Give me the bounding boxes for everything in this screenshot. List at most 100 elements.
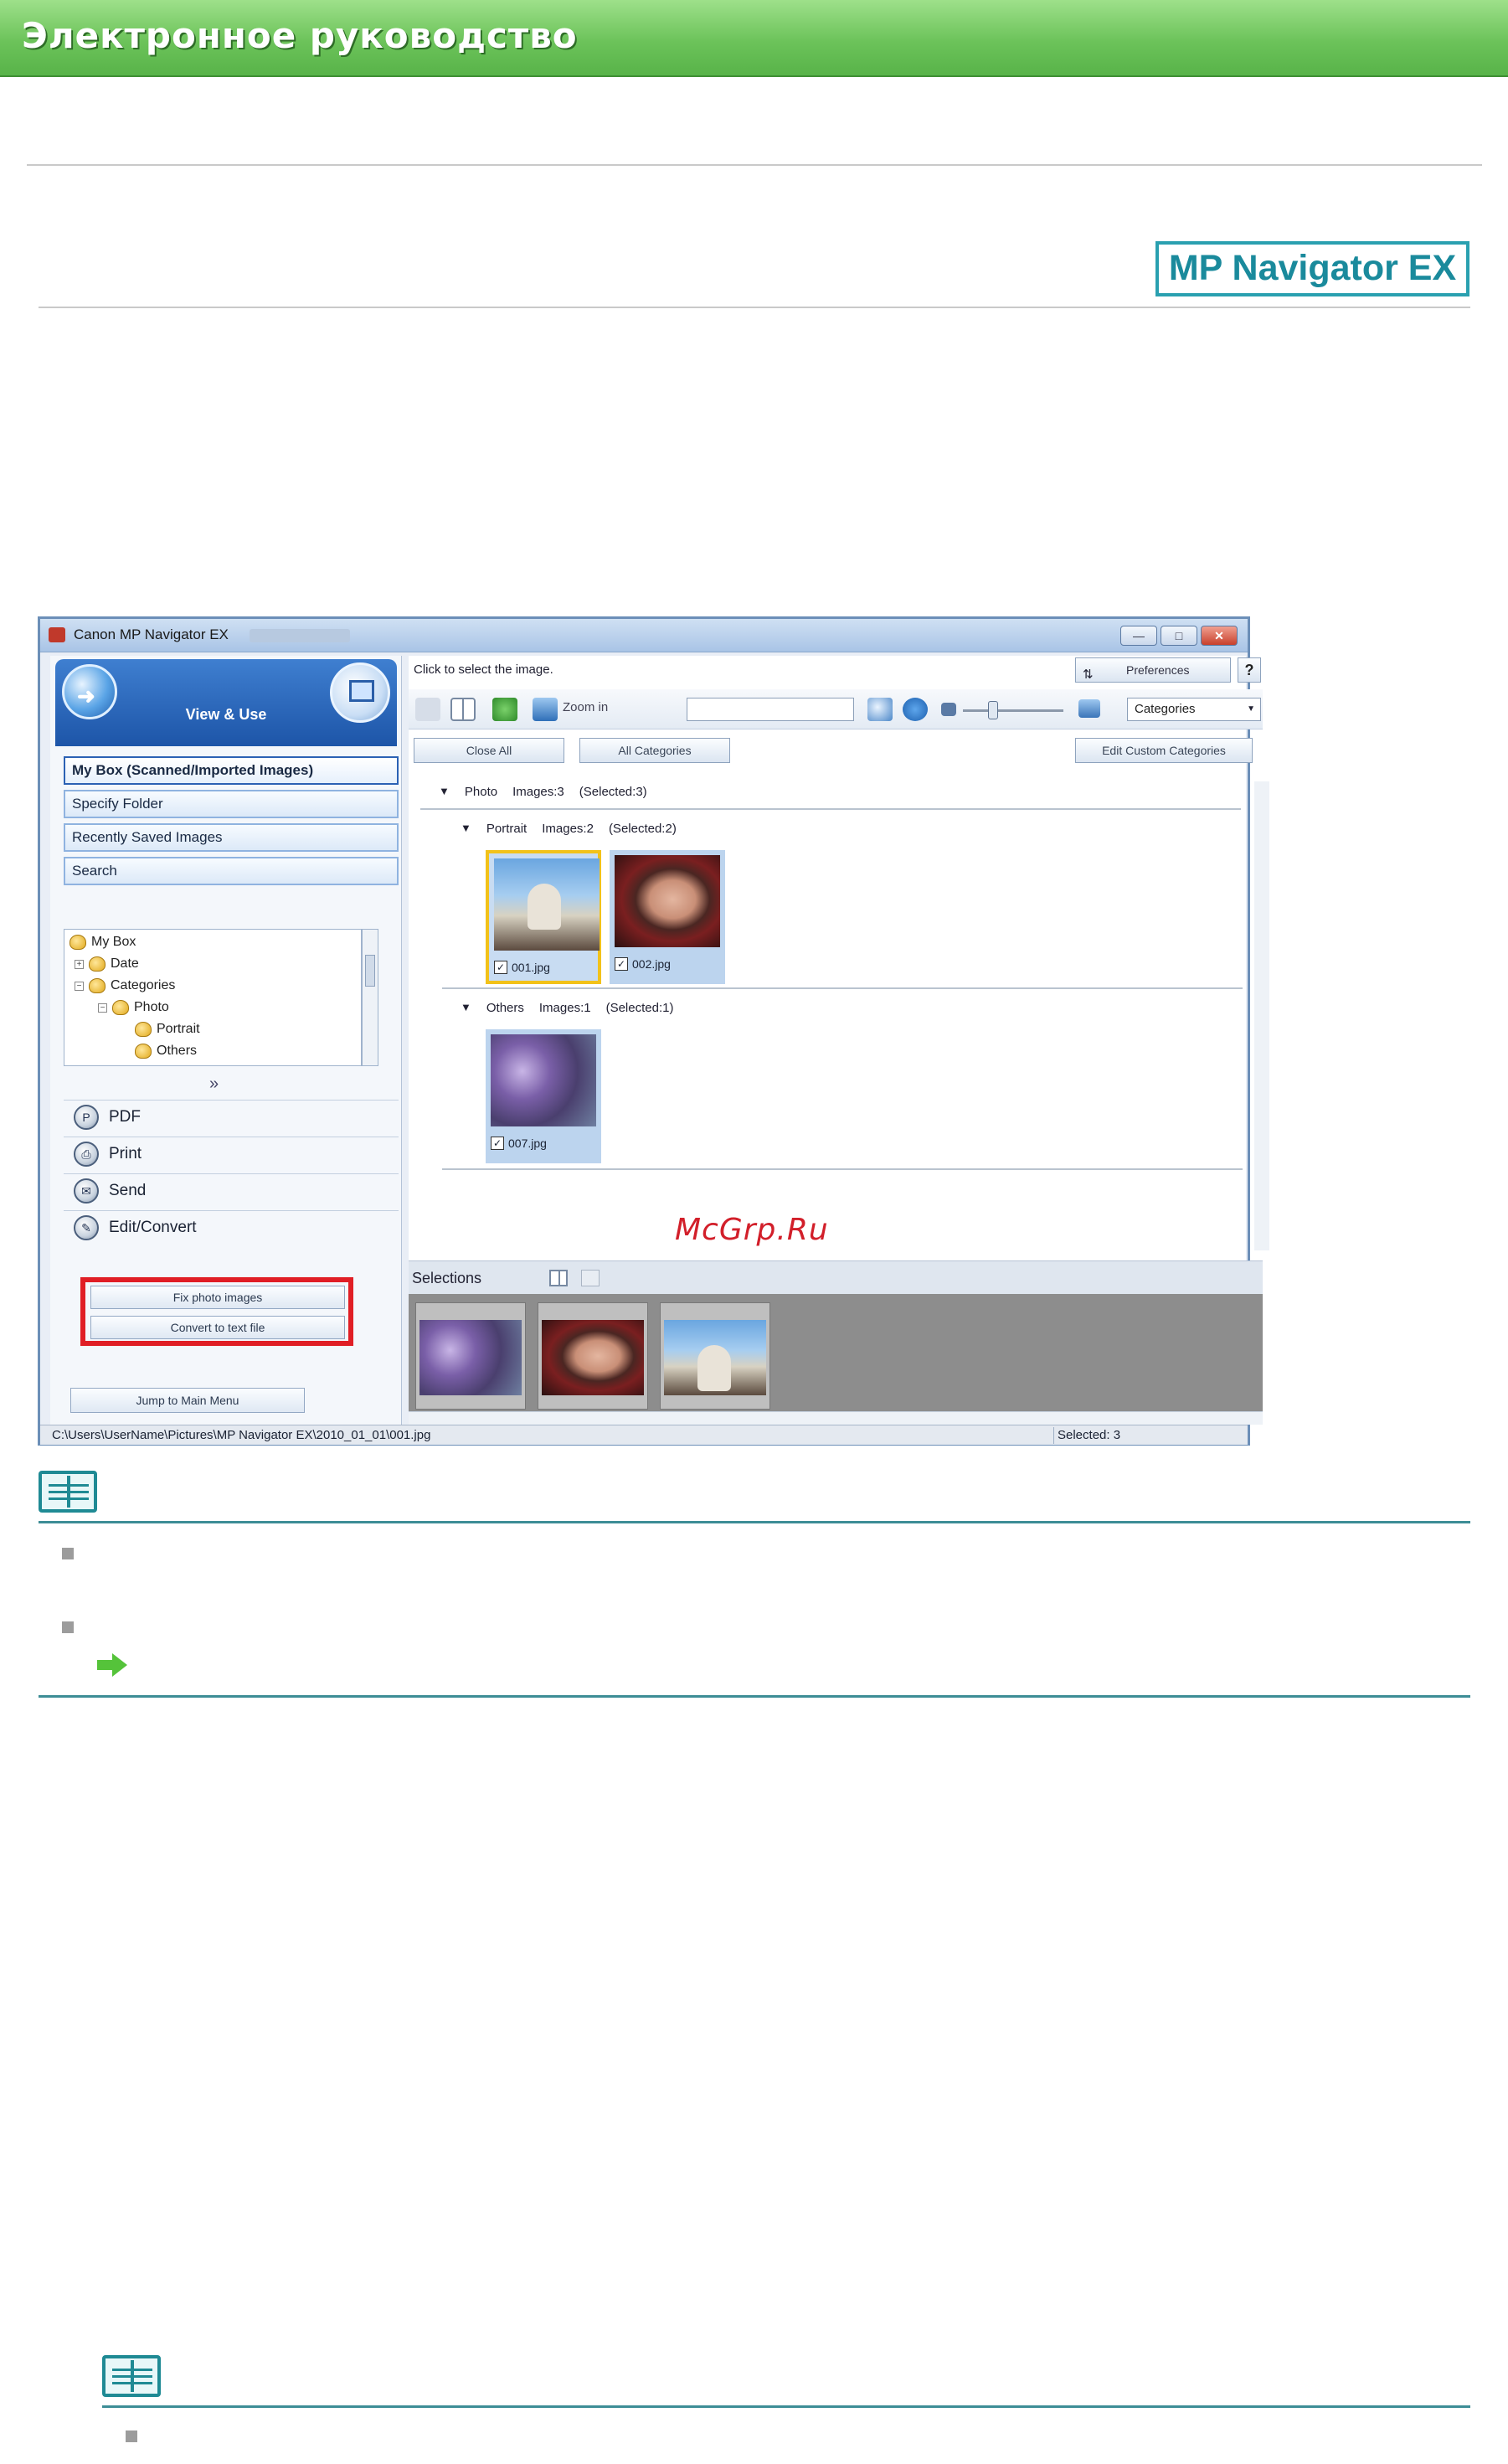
logo-text: MP Navigator EX [1168, 248, 1457, 288]
edit-custom-categories-button[interactable]: Edit Custom Categories [1075, 738, 1253, 763]
folder-icon [89, 978, 106, 993]
search-input[interactable] [687, 698, 854, 721]
thumbnail-checkbox[interactable]: ✓ [491, 1137, 504, 1150]
left-pane: ➜ View & Use My Box (Scanned/Imported Im… [50, 656, 402, 1425]
grid-view-icon[interactable] [450, 698, 476, 721]
photo-image [542, 1320, 644, 1395]
tree-item-others[interactable]: Others [135, 1044, 197, 1059]
group-others-header[interactable]: ▼ Others Images:1 (Selected:1) [461, 1001, 673, 1015]
thumbnail-size-slider[interactable] [963, 701, 1063, 719]
horizontal-scrollbar[interactable] [409, 1411, 1263, 1425]
link-arrow-icon[interactable] [97, 1653, 127, 1677]
collapse-triangle-icon[interactable]: ▼ [439, 785, 450, 799]
folder-tree: My Box + Date − Categories − Photo Portr… [64, 929, 362, 1066]
highlight-frame [80, 1277, 353, 1346]
page-banner: Электронное руководство [0, 0, 1508, 77]
action-send[interactable]: ✉ Send [64, 1173, 399, 1207]
help-button[interactable]: ? [1238, 657, 1261, 683]
product-logo: MP Navigator EX [1155, 241, 1469, 296]
status-divider [1053, 1427, 1054, 1444]
note-bottom-line [39, 1695, 1470, 1698]
bullet-icon [62, 1548, 74, 1559]
group-portrait-header[interactable]: ▼ Portrait Images:2 (Selected:2) [461, 822, 677, 836]
group-divider [442, 1168, 1243, 1170]
collapse-triangle-icon[interactable]: ▼ [461, 1001, 471, 1015]
thumbnail-checkbox[interactable]: ✓ [494, 961, 507, 974]
group-photo-header[interactable]: ▼ Photo Images:3 (Selected:3) [439, 785, 647, 799]
nav-search[interactable]: Search [64, 857, 399, 885]
tree-item-date[interactable]: + Date [75, 956, 139, 972]
send-icon: ✉ [74, 1178, 99, 1204]
note-top-line [39, 1521, 1470, 1523]
divider [27, 164, 1482, 166]
tree-item-portrait[interactable]: Portrait [135, 1022, 200, 1037]
thumbnail-002[interactable]: ✓ 002.jpg [610, 850, 725, 984]
folder-icon [135, 1044, 152, 1059]
selected-thumbnail[interactable] [660, 1302, 770, 1410]
expand-chevron-icon[interactable]: » [209, 1075, 219, 1094]
search-icon[interactable] [867, 698, 893, 721]
instruction-text: Click to select the image. [414, 662, 553, 677]
action-edit-convert[interactable]: ✎ Edit/Convert [64, 1210, 399, 1244]
grid-view-icon[interactable] [549, 1270, 568, 1286]
selections-label: Selections [412, 1270, 482, 1286]
window-titlebar: Canon MP Navigator EX — □ ✕ [40, 619, 1248, 652]
nav-my-box[interactable]: My Box (Scanned/Imported Images) [64, 756, 399, 785]
print-icon: ⎙ [74, 1141, 99, 1167]
app-window: Canon MP Navigator EX — □ ✕ ➜ View & Use… [38, 616, 1269, 1446]
tree-item-my-box[interactable]: My Box [69, 935, 136, 950]
title-blurred-text [250, 629, 350, 642]
nav-recently-saved[interactable]: Recently Saved Images [64, 823, 399, 852]
folder-icon [89, 956, 106, 972]
tree-scrollbar[interactable] [362, 929, 378, 1066]
view-mode-select[interactable]: Categories [1127, 698, 1261, 721]
expand-icon[interactable]: + [75, 959, 84, 969]
refresh-icon[interactable] [903, 698, 928, 721]
thumbnail-filename: 001.jpg [512, 961, 550, 974]
folder-icon [112, 1000, 129, 1015]
banner-title: Электронное руководство [22, 15, 578, 56]
preferences-button[interactable]: ⇅ Preferences [1075, 657, 1231, 683]
minimize-icon[interactable]: — [1120, 626, 1157, 646]
tree-item-categories[interactable]: − Categories [75, 978, 175, 993]
mode-header: ➜ View & Use [55, 659, 397, 746]
monitor-icon [330, 662, 390, 723]
selected-thumbnail[interactable] [415, 1302, 526, 1410]
photo-image [664, 1320, 766, 1395]
thumbnail-filename: 007.jpg [508, 1137, 547, 1150]
close-icon[interactable]: ✕ [1201, 626, 1238, 646]
thumbnail-scrollbar[interactable] [1254, 781, 1269, 1250]
all-categories-button[interactable]: All Categories [579, 738, 730, 763]
jump-to-main-menu-button[interactable]: Jump to Main Menu [70, 1388, 305, 1413]
selected-thumbnail[interactable] [538, 1302, 648, 1410]
photo-image [419, 1320, 522, 1395]
thumbnail-view-icon[interactable] [415, 698, 440, 721]
photo-image [491, 1034, 596, 1126]
status-selected-count: Selected: 3 [1058, 1428, 1121, 1442]
maximize-icon[interactable]: □ [1161, 626, 1197, 646]
collapse-icon[interactable]: − [98, 1003, 107, 1013]
slider-knob[interactable] [988, 701, 998, 719]
collapse-icon[interactable]: − [75, 981, 84, 991]
scroll-thumb[interactable] [365, 955, 375, 987]
note-top-line [102, 2405, 1470, 2408]
bullet-icon [62, 1621, 74, 1633]
status-bar: C:\Users\UserName\Pictures\MP Navigator … [40, 1425, 1248, 1445]
pdf-icon: P [74, 1104, 99, 1130]
preferences-icon: ⇅ [1083, 668, 1094, 682]
thumbnail-checkbox[interactable]: ✓ [615, 957, 628, 971]
thumbnail-007[interactable]: ✓ 007.jpg [486, 1029, 601, 1163]
zoom-in-icon[interactable] [533, 698, 558, 721]
divider [39, 307, 1470, 308]
list-view-icon[interactable] [581, 1270, 600, 1286]
tree-item-photo[interactable]: − Photo [98, 1000, 169, 1015]
category-icon[interactable] [492, 698, 517, 721]
group-divider [442, 987, 1243, 989]
action-print[interactable]: ⎙ Print [64, 1137, 399, 1170]
nav-specify-folder[interactable]: Specify Folder [64, 790, 399, 818]
action-pdf[interactable]: P PDF [64, 1100, 399, 1133]
collapse-triangle-icon[interactable]: ▼ [461, 822, 471, 836]
thumbnail-001[interactable]: ✓ 001.jpg [486, 850, 601, 984]
close-all-button[interactable]: Close All [414, 738, 564, 763]
selections-bar: Selections [409, 1260, 1263, 1294]
